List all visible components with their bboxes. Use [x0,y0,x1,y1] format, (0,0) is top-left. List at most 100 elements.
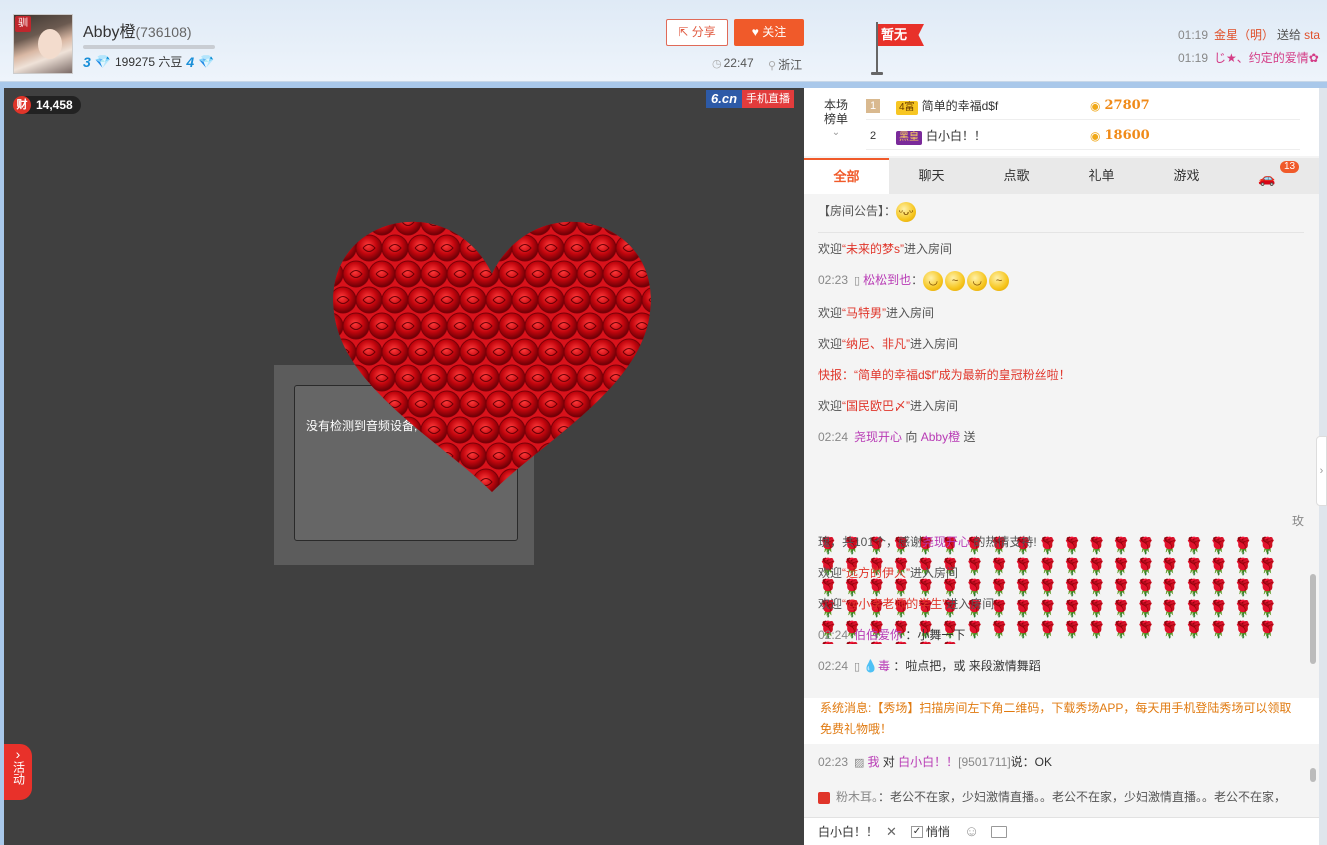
video-player[interactable]: 财 14,458 6.cn 手机直播 没有检测到音频设备, › 活动 [4,88,804,845]
whisper-label: 悄悄 [925,825,950,839]
ranking-user: 黑皇 白小白！！ [896,127,1090,145]
rose-icon [407,234,435,262]
rose-icon [498,416,526,444]
rose-icon [524,312,552,340]
chat-panel: 本场 榜单 ⌄ 1 4富 简单的幸福d$f ◉ 27807 2 黑皇 白小白！！ ◉… [804,88,1319,845]
tab-chat[interactable]: 聊天 [889,158,974,194]
brand-watermark: 6.cn 手机直播 [706,90,795,108]
rose-icon [485,234,513,262]
rose-icon [511,286,539,314]
tab-car[interactable]: 🚗 13 [1256,158,1316,194]
welcome-prefix: 欢迎 [818,597,843,611]
wealth-count: 14,458 [36,98,73,112]
flag-badge[interactable]: 暂无 [878,24,924,46]
rose-icon [394,416,422,444]
rose-icon [333,260,344,288]
whisper-checkbox[interactable]: ✓ [910,825,923,838]
welcome-user[interactable]: “纳尼、非凡” [842,337,910,351]
rose-icon [641,390,651,418]
panel-collapse-handle[interactable]: › [1316,436,1327,506]
rose-icon [615,390,643,418]
message-user[interactable]: 伯伯爱你 [854,628,902,642]
broadcast-user[interactable]: 粉木耳。 [836,790,878,804]
system-label: 系统消息: [820,701,872,715]
rose-petal [648,452,651,460]
welcome-message: 欢迎“国民欧巴〆”进入房间 [818,396,1304,416]
input-scrollbar[interactable] [1310,768,1316,782]
level-row: 3 💎 199275 六豆 4 💎 [83,53,214,70]
message-colon: ： [911,273,924,287]
message-time: 02:24 [818,430,849,444]
rose-icon [537,338,565,366]
diamond-icon: 💎 [198,53,215,69]
gift-ticker-item[interactable]: 01:19 じ★、约定的爱情✿ [1178,49,1319,66]
share-button[interactable]: ⇱ 分享 [666,19,728,46]
rose-icon [589,442,617,470]
chat-scrollbar[interactable] [1310,574,1316,664]
chat-target[interactable]: 白小白！！ [818,823,878,840]
rose-petal [622,400,636,408]
rose-icon [641,234,651,262]
rose-icon [355,234,383,262]
rose-petal [349,221,363,226]
chat-messages[interactable]: 【房间公告】： ᵕᴗᵕ 欢迎“未来的梦s”进入房间 02:23 ▯ 松松到也： ◡ ~ ◡ ~… [804,194,1319,778]
message-text: ：小舞一下 [905,628,966,642]
rose-petal [505,221,519,226]
activity-tab[interactable]: › 活动 [4,744,32,800]
rose-petal [401,478,415,486]
mobile-live-tag: 手机直播 [742,90,795,108]
anchor-avatar[interactable]: 驯 [13,14,73,74]
welcome-user[interactable]: “未来的梦s” [842,242,904,256]
rose-petal [596,400,610,408]
rose-petal [583,426,597,434]
tab-all[interactable]: 全部 [804,158,889,194]
welcome-user[interactable]: “@小李老师的学生” [842,597,946,611]
rose-petal [648,296,651,304]
tab-games[interactable]: 游戏 [1144,158,1229,194]
gift-ticker-item[interactable]: 01:19 金星（明） 送给 sta [1178,26,1320,43]
rose-icon [342,416,370,444]
message-target[interactable]: 白小白！！ [898,755,958,769]
rose-icon [446,221,474,236]
broadcast-text: ：老公不在家，少妇激情直播。。老公不在家，少妇激情直播。。老公不在家， [878,790,1287,804]
follow-button[interactable]: ♥ 关注 [734,19,804,46]
rose-icon [524,468,552,492]
rose-icon [628,468,651,492]
follow-label: 关注 [762,25,787,39]
message-time: 02:24 [818,659,849,673]
tab-gift-list[interactable]: 礼单 [1059,158,1144,194]
message-user[interactable]: 松松到也 [863,273,911,287]
rose-icon [368,364,396,392]
ranking-toggle[interactable]: 本场 榜单 ⌄ [822,98,850,140]
rose-icon [563,234,591,262]
rose-icon [420,312,448,340]
rose-petal [635,426,649,434]
rose-icon [446,312,474,340]
rose-icon [550,312,578,340]
welcome-user[interactable]: “国民欧巴〆” [842,399,910,413]
emoji-icon[interactable]: ☺ [964,823,979,840]
rose-icon [498,260,526,288]
gift-thanks-user[interactable]: 尧现开心 [922,535,970,549]
ranking-row[interactable]: 1 4富 简单的幸福d$f ◉ 27807 [866,92,1300,120]
gift-count-text: 瑰，共101个，感谢 [818,535,923,549]
rose-icon [333,364,344,392]
welcome-user[interactable]: “马特男” [842,306,886,320]
close-icon[interactable]: ✕ [886,824,897,840]
image-icon[interactable] [991,825,1008,838]
gift-sender[interactable]: 尧现开心 [854,430,902,444]
rose-petal [622,452,636,460]
anchor-name[interactable]: Abby橙(736108) [83,18,192,42]
message-user[interactable]: 毒 [878,659,890,673]
ranking-row[interactable]: 2 黑皇 白小白！！ ◉ 18600 [866,122,1300,150]
location-pin-icon: ⚲ [768,60,777,72]
rose-icon [446,364,474,392]
tab-song-request[interactable]: 点歌 [974,158,1059,194]
message-time: 02:23 [818,273,849,287]
phone-icon: ▯ [854,275,861,287]
rose-icon [485,442,513,470]
rose-petal [635,374,649,382]
gift-recipient[interactable]: Abby橙 [921,430,960,444]
broadcast-icon [818,791,830,804]
welcome-user[interactable]: “远方的伊人” [842,566,910,580]
